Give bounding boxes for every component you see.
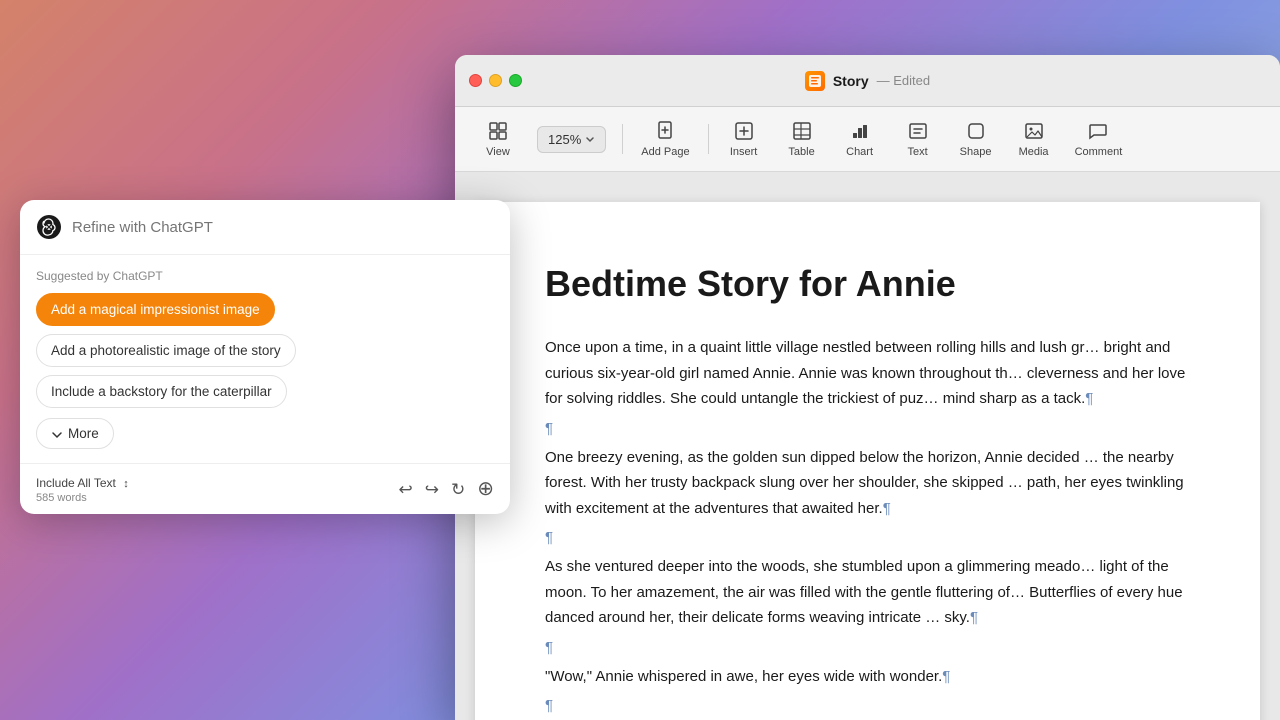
table-toolbar-button[interactable]: Table	[775, 114, 829, 164]
paragraph-2: One breezy evening, as the golden sun di…	[545, 445, 1190, 522]
text-label: Text	[907, 146, 927, 158]
add-page-toolbar-button[interactable]: Add Page	[631, 114, 699, 164]
include-arrow-icon: ↕	[123, 478, 129, 490]
text-toolbar-button[interactable]: Text	[891, 114, 945, 164]
chart-icon	[849, 120, 871, 142]
app-icon	[805, 71, 825, 91]
pages-window: Story — Edited View 125%	[455, 55, 1280, 720]
pilcrow-3: ¶	[883, 500, 891, 517]
zoom-value: 125%	[548, 132, 581, 147]
document-area: Bedtime Story for Annie Once upon a time…	[455, 172, 1280, 720]
insert-icon	[733, 120, 755, 142]
chevron-down-icon	[51, 428, 63, 440]
comment-label: Comment	[1075, 146, 1123, 158]
chevron-down-icon	[585, 134, 595, 144]
pilcrow-6: ¶	[545, 639, 1190, 656]
suggestion-3-text[interactable]: Include a backstory for the caterpillar	[36, 375, 287, 408]
titlebar: Story — Edited	[455, 55, 1280, 107]
pilcrow-2: ¶	[545, 420, 1190, 437]
document-page: Bedtime Story for Annie Once upon a time…	[475, 202, 1260, 720]
paragraph-1: Once upon a time, in a quaint little vil…	[545, 335, 1190, 412]
text-icon	[907, 120, 929, 142]
edited-indicator: — Edited	[877, 73, 931, 88]
zoom-control[interactable]: 125%	[537, 126, 606, 153]
fullscreen-button[interactable]	[509, 74, 522, 87]
pilcrow-7: ¶	[942, 668, 950, 685]
chatgpt-search-input[interactable]	[72, 219, 494, 236]
more-label: More	[68, 426, 99, 441]
more-button[interactable]: More	[36, 418, 114, 449]
chart-label: Chart	[846, 146, 873, 158]
paragraph-4: "Wow," Annie whispered in awe, her eyes …	[545, 664, 1190, 690]
chatgpt-panel: Suggested by ChatGPT Add a magical impre…	[20, 200, 510, 514]
paragraph-3: As she ventured deeper into the woods, s…	[545, 554, 1190, 631]
pilcrow-8: ¶	[545, 697, 1190, 714]
panel-body: Suggested by ChatGPT Add a magical impre…	[20, 255, 510, 463]
insert-toolbar-button[interactable]: Insert	[717, 114, 771, 164]
toolbar-divider-2	[708, 124, 709, 154]
word-count: 585 words	[36, 492, 129, 504]
suggestion-2-text[interactable]: Add a photorealistic image of the story	[36, 334, 296, 367]
pilcrow-4: ¶	[545, 529, 1190, 546]
shape-toolbar-button[interactable]: Shape	[949, 114, 1003, 164]
suggestion-3[interactable]: Include a backstory for the caterpillar	[36, 375, 494, 416]
pilcrow-5: ¶	[970, 609, 978, 626]
traffic-lights	[469, 74, 522, 87]
add-page-label: Add Page	[641, 146, 689, 158]
title-area: Story — Edited	[805, 71, 930, 91]
window-title: Story	[833, 73, 869, 89]
include-text-label: Include All Text	[36, 476, 116, 490]
shape-icon	[965, 120, 987, 142]
comment-toolbar-button[interactable]: Comment	[1065, 114, 1133, 164]
add-button[interactable]: ⊕	[477, 479, 494, 499]
close-button[interactable]	[469, 74, 482, 87]
redo-button[interactable]: ↪	[425, 481, 439, 498]
include-text-area[interactable]: Include All Text ↕ 585 words	[36, 474, 129, 504]
insert-label: Insert	[730, 146, 758, 158]
undo-button[interactable]: ↩	[398, 481, 412, 498]
view-toolbar-button[interactable]: View	[471, 114, 525, 164]
view-icon	[487, 120, 509, 142]
panel-footer: Include All Text ↕ 585 words ↩ ↪ ↻ ⊕	[20, 463, 510, 514]
media-toolbar-button[interactable]: Media	[1007, 114, 1061, 164]
panel-search-area	[20, 200, 510, 255]
media-icon	[1023, 120, 1045, 142]
suggestion-2[interactable]: Add a photorealistic image of the story	[36, 334, 494, 375]
table-label: Table	[788, 146, 814, 158]
toolbar-divider-1	[622, 124, 623, 154]
document-title: Bedtime Story for Annie	[545, 262, 1190, 305]
minimize-button[interactable]	[489, 74, 502, 87]
view-label: View	[486, 146, 510, 158]
table-icon	[791, 120, 813, 142]
chart-toolbar-button[interactable]: Chart	[833, 114, 887, 164]
add-page-icon	[654, 120, 676, 142]
suggested-label: Suggested by ChatGPT	[36, 269, 494, 283]
suggestion-1-text[interactable]: Add a magical impressionist image	[36, 293, 275, 326]
chatgpt-logo-icon	[36, 214, 62, 240]
comment-icon	[1087, 120, 1109, 142]
footer-actions: ↩ ↪ ↻ ⊕	[398, 479, 494, 499]
suggestion-1[interactable]: Add a magical impressionist image	[36, 293, 494, 334]
shape-label: Shape	[960, 146, 992, 158]
pilcrow-1: ¶	[1085, 390, 1093, 407]
refresh-button[interactable]: ↻	[451, 481, 465, 498]
toolbar: View 125% Add Page	[455, 107, 1280, 172]
media-label: Media	[1019, 146, 1049, 158]
